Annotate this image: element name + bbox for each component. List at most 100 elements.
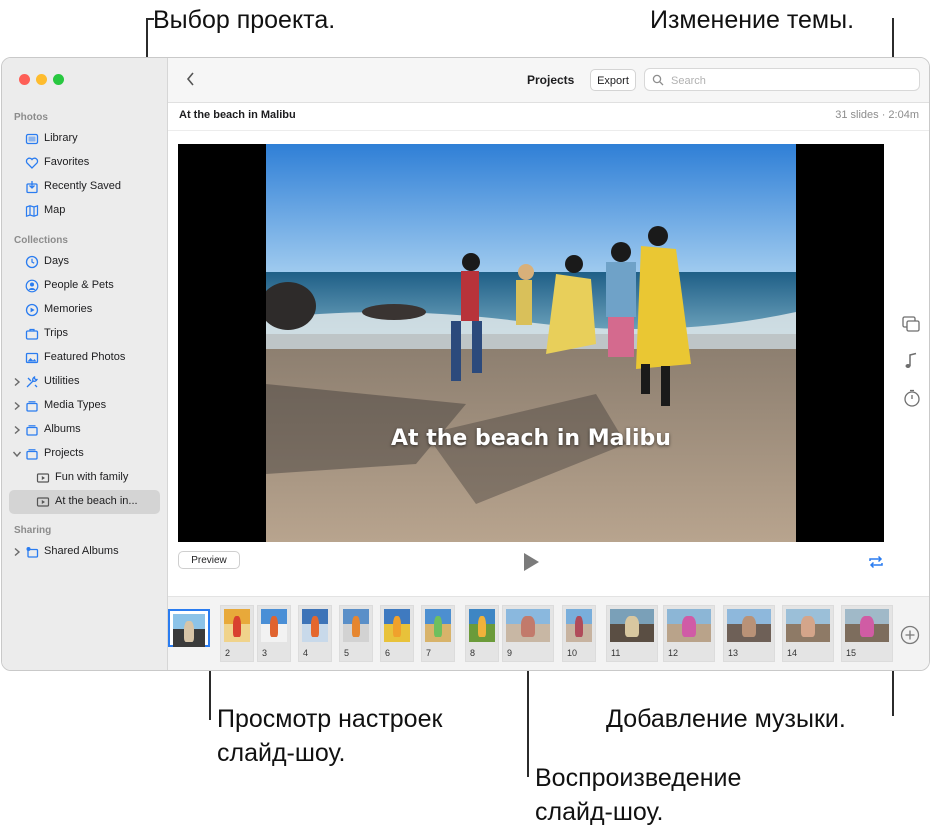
sidebar-item-memories[interactable]: Memories [2, 299, 167, 321]
callout-add-music: Добавление музыки. [606, 705, 846, 733]
thumbnail-number: 8 [470, 648, 476, 658]
sidebar-item-label: Albums [44, 423, 81, 435]
slide-thumbnail[interactable]: 12 [663, 605, 715, 662]
slide-thumbnail[interactable]: 7 [421, 605, 455, 662]
thumbnail-image [506, 609, 550, 642]
chevron-right-icon[interactable] [12, 375, 22, 389]
slide-thumbnail[interactable]: 10 [562, 605, 596, 662]
callout-change-theme: Изменение темы. [650, 6, 855, 34]
export-button[interactable]: Export [590, 69, 636, 91]
thumbnail-image [566, 609, 592, 642]
slide-thumbnail[interactable]: 9 [502, 605, 554, 662]
minimize-button[interactable] [36, 74, 47, 85]
thumbnail-image [667, 609, 711, 642]
stack-icon [26, 449, 38, 460]
thumbnail-subject [860, 615, 874, 638]
close-button[interactable] [19, 74, 30, 85]
thumbnail-image [343, 609, 369, 642]
slide-thumbnail[interactable]: 5 [339, 605, 373, 662]
chevron-right-icon[interactable] [12, 423, 22, 437]
slide-thumbnail[interactable]: 11 [606, 605, 658, 662]
back-icon[interactable] [184, 70, 198, 88]
thumbnail-image [610, 609, 654, 642]
slide-thumbnail[interactable]: 8 [465, 605, 499, 662]
thumbnail-image [261, 609, 287, 642]
music-icon[interactable] [901, 350, 923, 372]
slide-thumbnail[interactable]: 14 [782, 605, 834, 662]
slide-thumbnail[interactable]: 13 [723, 605, 775, 662]
play-icon[interactable] [521, 551, 541, 573]
thumbnail-number: 13 [728, 648, 739, 658]
duration-icon[interactable] [901, 387, 923, 409]
thumbnail-image [727, 609, 771, 642]
slide-thumbnail[interactable]: 6 [380, 605, 414, 662]
sidebar-item-label: Memories [44, 303, 93, 315]
heart-icon [25, 157, 39, 169]
thumbnail-subject [801, 615, 815, 638]
toolbar: Projects Export [168, 58, 929, 103]
repeat-icon[interactable] [866, 553, 886, 571]
theme-icon[interactable] [900, 313, 922, 335]
sidebar-item-media-types[interactable]: Media Types [2, 395, 167, 417]
callout-select-project: Выбор проекта. [153, 6, 336, 34]
slide-strip: 2 3 4 5 6 7 8 9 10 11 12 13 14 15 [168, 596, 929, 670]
sidebar-item-projects[interactable]: Projects [2, 443, 167, 465]
sidebar-item-label: People & Pets [44, 279, 114, 291]
thumbnail-number: 10 [567, 648, 578, 658]
callout-play-2: слайд-шоу. [535, 798, 664, 826]
thumbnail-image [786, 609, 830, 642]
thumbnail-image [302, 609, 328, 642]
chevron-right-icon[interactable] [12, 545, 22, 559]
sidebar-section-sharing: Sharing [14, 525, 52, 536]
sidebar-item-people-pets[interactable]: People & Pets [2, 275, 167, 297]
thumbnail-number: 4 [303, 648, 309, 658]
thumbnail-image [173, 614, 205, 647]
sidebar-item-shared-albums[interactable]: Shared Albums [2, 541, 167, 563]
sidebar-item-label: Trips [44, 327, 69, 339]
callout-preview-settings-2: слайд-шоу. [217, 739, 346, 767]
slide-thumbnail[interactable]: 3 [257, 605, 291, 662]
thumbnail-image [845, 609, 889, 642]
slide-preview[interactable]: At the beach in Malibu [178, 144, 884, 542]
sidebar-item-days[interactable]: Days [2, 251, 167, 273]
thumbnail-subject [270, 615, 278, 638]
sidebar-item-label: Map [44, 204, 66, 216]
thumbnail-subject [434, 615, 442, 638]
callout-play-1: Воспроизведение [535, 764, 742, 792]
thumbnail-subject [393, 615, 401, 638]
sidebar-item-map[interactable]: Map [2, 200, 167, 222]
sidebar-item-fun-with-family[interactable]: Fun with family [2, 467, 167, 489]
callout-preview-settings-1: Просмотр настроек [217, 705, 443, 733]
preview-button[interactable]: Preview [178, 551, 240, 569]
thumbnail-image [469, 609, 495, 642]
sidebar-item-library[interactable]: Library [2, 128, 167, 150]
project-name: At the beach in Malibu [179, 109, 296, 121]
zoom-button[interactable] [53, 74, 64, 85]
thumbnail-number: 15 [846, 648, 857, 658]
sidebar-item-featured-photos[interactable]: Featured Photos [2, 347, 167, 369]
slide-thumbnail[interactable]: 4 [298, 605, 332, 662]
sidebar-item-recently-saved[interactable]: Recently Saved [2, 176, 167, 198]
chevron-down-icon[interactable] [12, 447, 22, 461]
sidebar-item-at-the-beach[interactable]: At the beach in... [2, 490, 167, 514]
sidebar-item-label: Shared Albums [44, 545, 119, 557]
sidebar-item-favorites[interactable]: Favorites [2, 152, 167, 174]
sidebar-item-label: Featured Photos [44, 351, 126, 363]
slide-thumbnail[interactable] [168, 609, 210, 647]
sidebar-item-label: At the beach in... [55, 495, 138, 507]
thumbnail-subject [311, 615, 319, 638]
search-field[interactable] [644, 68, 920, 91]
sidebar-item-trips[interactable]: Trips [2, 323, 167, 345]
stack-icon [26, 425, 38, 436]
sidebar-item-albums[interactable]: Albums [2, 419, 167, 441]
thumbnail-number: 5 [344, 648, 350, 658]
utilities-icon [26, 375, 39, 388]
slide-thumbnail[interactable]: 15 [841, 605, 893, 662]
add-slide-icon[interactable] [900, 625, 920, 645]
slide-thumbnail[interactable]: 2 [220, 605, 254, 662]
search-input[interactable] [669, 72, 913, 89]
chevron-right-icon[interactable] [12, 399, 22, 413]
sidebar-item-utilities[interactable]: Utilities [2, 371, 167, 393]
thumbnail-image [224, 609, 250, 642]
thumbnail-subject [184, 620, 194, 643]
